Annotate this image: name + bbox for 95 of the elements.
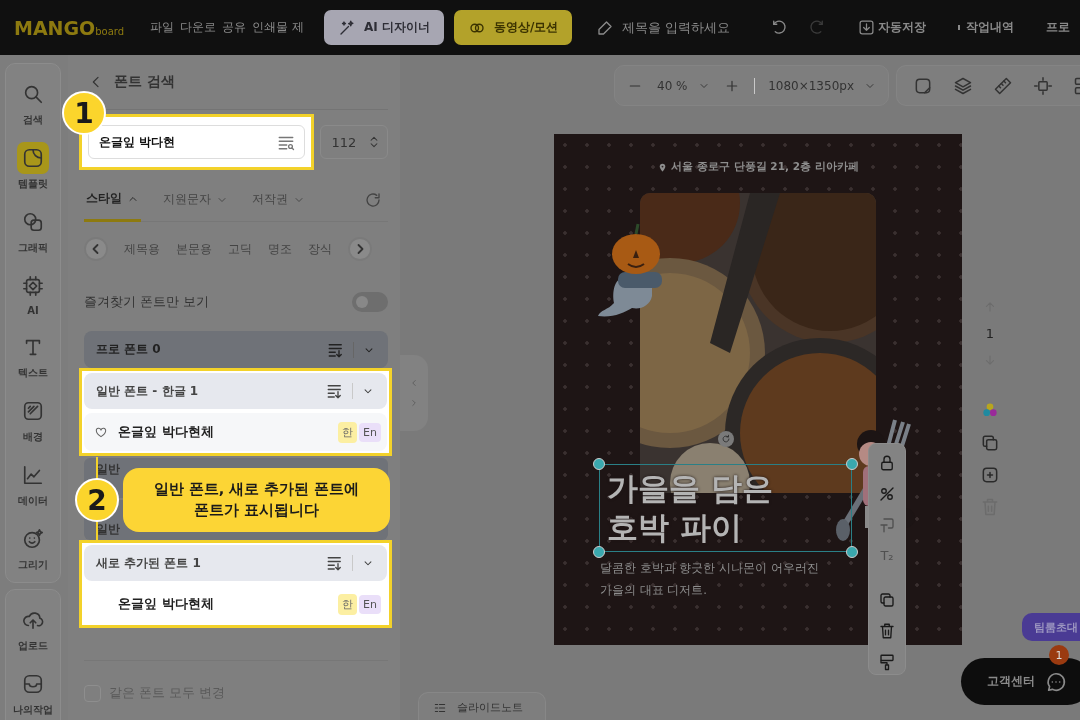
- ruler-icon[interactable]: [993, 75, 1013, 96]
- logo[interactable]: MANGOboard: [14, 16, 125, 39]
- category-chip[interactable]: 명조: [268, 241, 292, 257]
- language-tag: En: [359, 594, 381, 614]
- cloud-upload-icon: [22, 609, 44, 631]
- lock-icon[interactable]: [878, 454, 896, 472]
- undo-icon[interactable]: [770, 18, 789, 37]
- design-heading: 가을을 담은 호박 파이: [607, 469, 773, 547]
- sidebar-item[interactable]: 그래픽: [17, 206, 49, 255]
- heart-icon: [94, 425, 108, 439]
- address-text: 서울 종로구 단풍길 21, 2층 리아카페: [671, 160, 859, 174]
- font-item[interactable]: 온글잎 박다현체 한 En: [84, 585, 387, 623]
- section-header[interactable]: 일반 폰트 - 한글 1: [84, 373, 387, 409]
- filter-tab[interactable]: 스타일: [84, 178, 141, 222]
- menu-item[interactable]: 인쇄물 제: [252, 19, 304, 36]
- unlink-icon[interactable]: [878, 485, 896, 503]
- filter-tab[interactable]: 지원문자: [161, 177, 230, 222]
- sidebar-item[interactable]: 그리기: [17, 523, 49, 572]
- page-number: 1: [985, 326, 995, 341]
- section-header[interactable]: 새로 추가된 폰트 1: [84, 545, 387, 581]
- language-tag: 한: [338, 593, 358, 615]
- callout-bubble: 일반 폰트, 새로 추가된 폰트에 폰트가 표시됩니다: [123, 468, 390, 532]
- sort-icon: [326, 382, 344, 400]
- panel-title: 폰트 검색: [114, 73, 175, 91]
- language-tag: En: [359, 422, 381, 442]
- step-number: 2: [75, 478, 119, 522]
- rotate-icon: [721, 434, 731, 444]
- team-invite-bubble[interactable]: 팀룸초대: [1022, 613, 1080, 641]
- font-size-field[interactable]: 112: [320, 125, 388, 159]
- page-size-dropdown[interactable]: 1080×1350px: [768, 78, 876, 93]
- section-title: 일반: [96, 461, 120, 478]
- tray-icon: [22, 673, 44, 695]
- layers-icon[interactable]: [953, 75, 973, 96]
- copy-icon[interactable]: [878, 591, 896, 609]
- category-chip[interactable]: 제목용: [124, 241, 160, 257]
- search-icon: [22, 83, 44, 105]
- shapes-icon: [22, 211, 44, 233]
- category-chip[interactable]: 본문용: [176, 241, 212, 257]
- copy-icon[interactable]: [980, 433, 1000, 453]
- sidebar-item[interactable]: 검색: [17, 78, 49, 127]
- category-chip[interactable]: 고딕: [228, 241, 252, 257]
- refresh-icon[interactable]: [364, 190, 382, 209]
- sidebar-item[interactable]: 업로드: [17, 604, 49, 653]
- step-number: 1: [62, 91, 106, 135]
- sort-icon: [326, 554, 344, 572]
- help-center-button[interactable]: 고객센터: [961, 658, 1080, 705]
- resize-handle[interactable]: [593, 458, 605, 470]
- sidebar-item[interactable]: 템플릿: [17, 142, 49, 191]
- selection-frame[interactable]: [593, 458, 858, 558]
- search-field[interactable]: 온글잎 박다현: [88, 125, 306, 159]
- download-icon: [858, 19, 876, 36]
- scroll-right-icon[interactable]: [348, 237, 372, 261]
- zoom-dropdown[interactable]: 40 %: [657, 78, 710, 93]
- edit-icon: [596, 18, 615, 37]
- toggle-switch[interactable]: [352, 292, 388, 312]
- font-item[interactable]: 온글잎 박다현체 한 En: [84, 413, 387, 451]
- menu-item[interactable]: 다운로: [180, 19, 217, 36]
- design-subtitle: 달콤한 호박과 향긋한 시나몬이 어우러진 가을의 대표 디저트.: [600, 560, 819, 599]
- line-chart-icon: [22, 464, 44, 486]
- chevron-left-icon: [409, 378, 419, 388]
- scroll-left-icon[interactable]: [84, 237, 108, 261]
- background-icon: [22, 400, 44, 422]
- delete-icon[interactable]: [878, 622, 896, 640]
- sidebar-item[interactable]: 나의작업: [13, 668, 53, 717]
- sidebar-item[interactable]: 배경: [17, 395, 49, 444]
- language-tag: 한: [338, 421, 358, 443]
- chat-icon: [1045, 670, 1067, 693]
- notification-badge: 1: [1049, 645, 1069, 665]
- resize-handle[interactable]: [846, 546, 858, 558]
- section-header[interactable]: 프로 폰트 0: [84, 331, 388, 368]
- sidebar-item[interactable]: 텍스트: [17, 331, 49, 380]
- menu-item[interactable]: 공유: [222, 19, 247, 36]
- ai-designer-button[interactable]: AI 디자이너: [324, 10, 444, 45]
- title-field[interactable]: 제목을 입력하세요: [620, 19, 761, 36]
- toggle-label: 즐겨찾기 폰트만 보기: [84, 293, 210, 311]
- filter-tab[interactable]: 저작권: [250, 177, 307, 222]
- magic-wand-icon: [338, 18, 356, 37]
- paint-roller-icon[interactable]: [878, 653, 896, 671]
- slide-note-tab[interactable]: 슬라이드노트: [418, 692, 546, 720]
- chevron-right-icon: [409, 398, 419, 408]
- pro-button[interactable]: 프로: [1036, 19, 1080, 36]
- section-title: 일반: [96, 521, 120, 538]
- add-page-icon[interactable]: [980, 465, 1000, 485]
- video-motion-button[interactable]: 동영상/모션: [453, 10, 573, 45]
- menu-item[interactable]: 파일: [150, 19, 175, 36]
- history-button[interactable]: 작업내역: [948, 19, 1025, 36]
- resize-handle[interactable]: [593, 546, 605, 558]
- crop-frame-icon[interactable]: [1033, 75, 1053, 96]
- chip-icon: [22, 275, 44, 297]
- sidebar-item[interactable]: 데이터: [17, 459, 49, 508]
- panel-collapse-handle[interactable]: [400, 355, 428, 431]
- sidebar-item[interactable]: AI: [17, 270, 49, 316]
- autosave-button[interactable]: 자동저장: [848, 19, 937, 36]
- category-chip[interactable]: 장식: [308, 241, 332, 257]
- smiley-icon: [22, 528, 44, 550]
